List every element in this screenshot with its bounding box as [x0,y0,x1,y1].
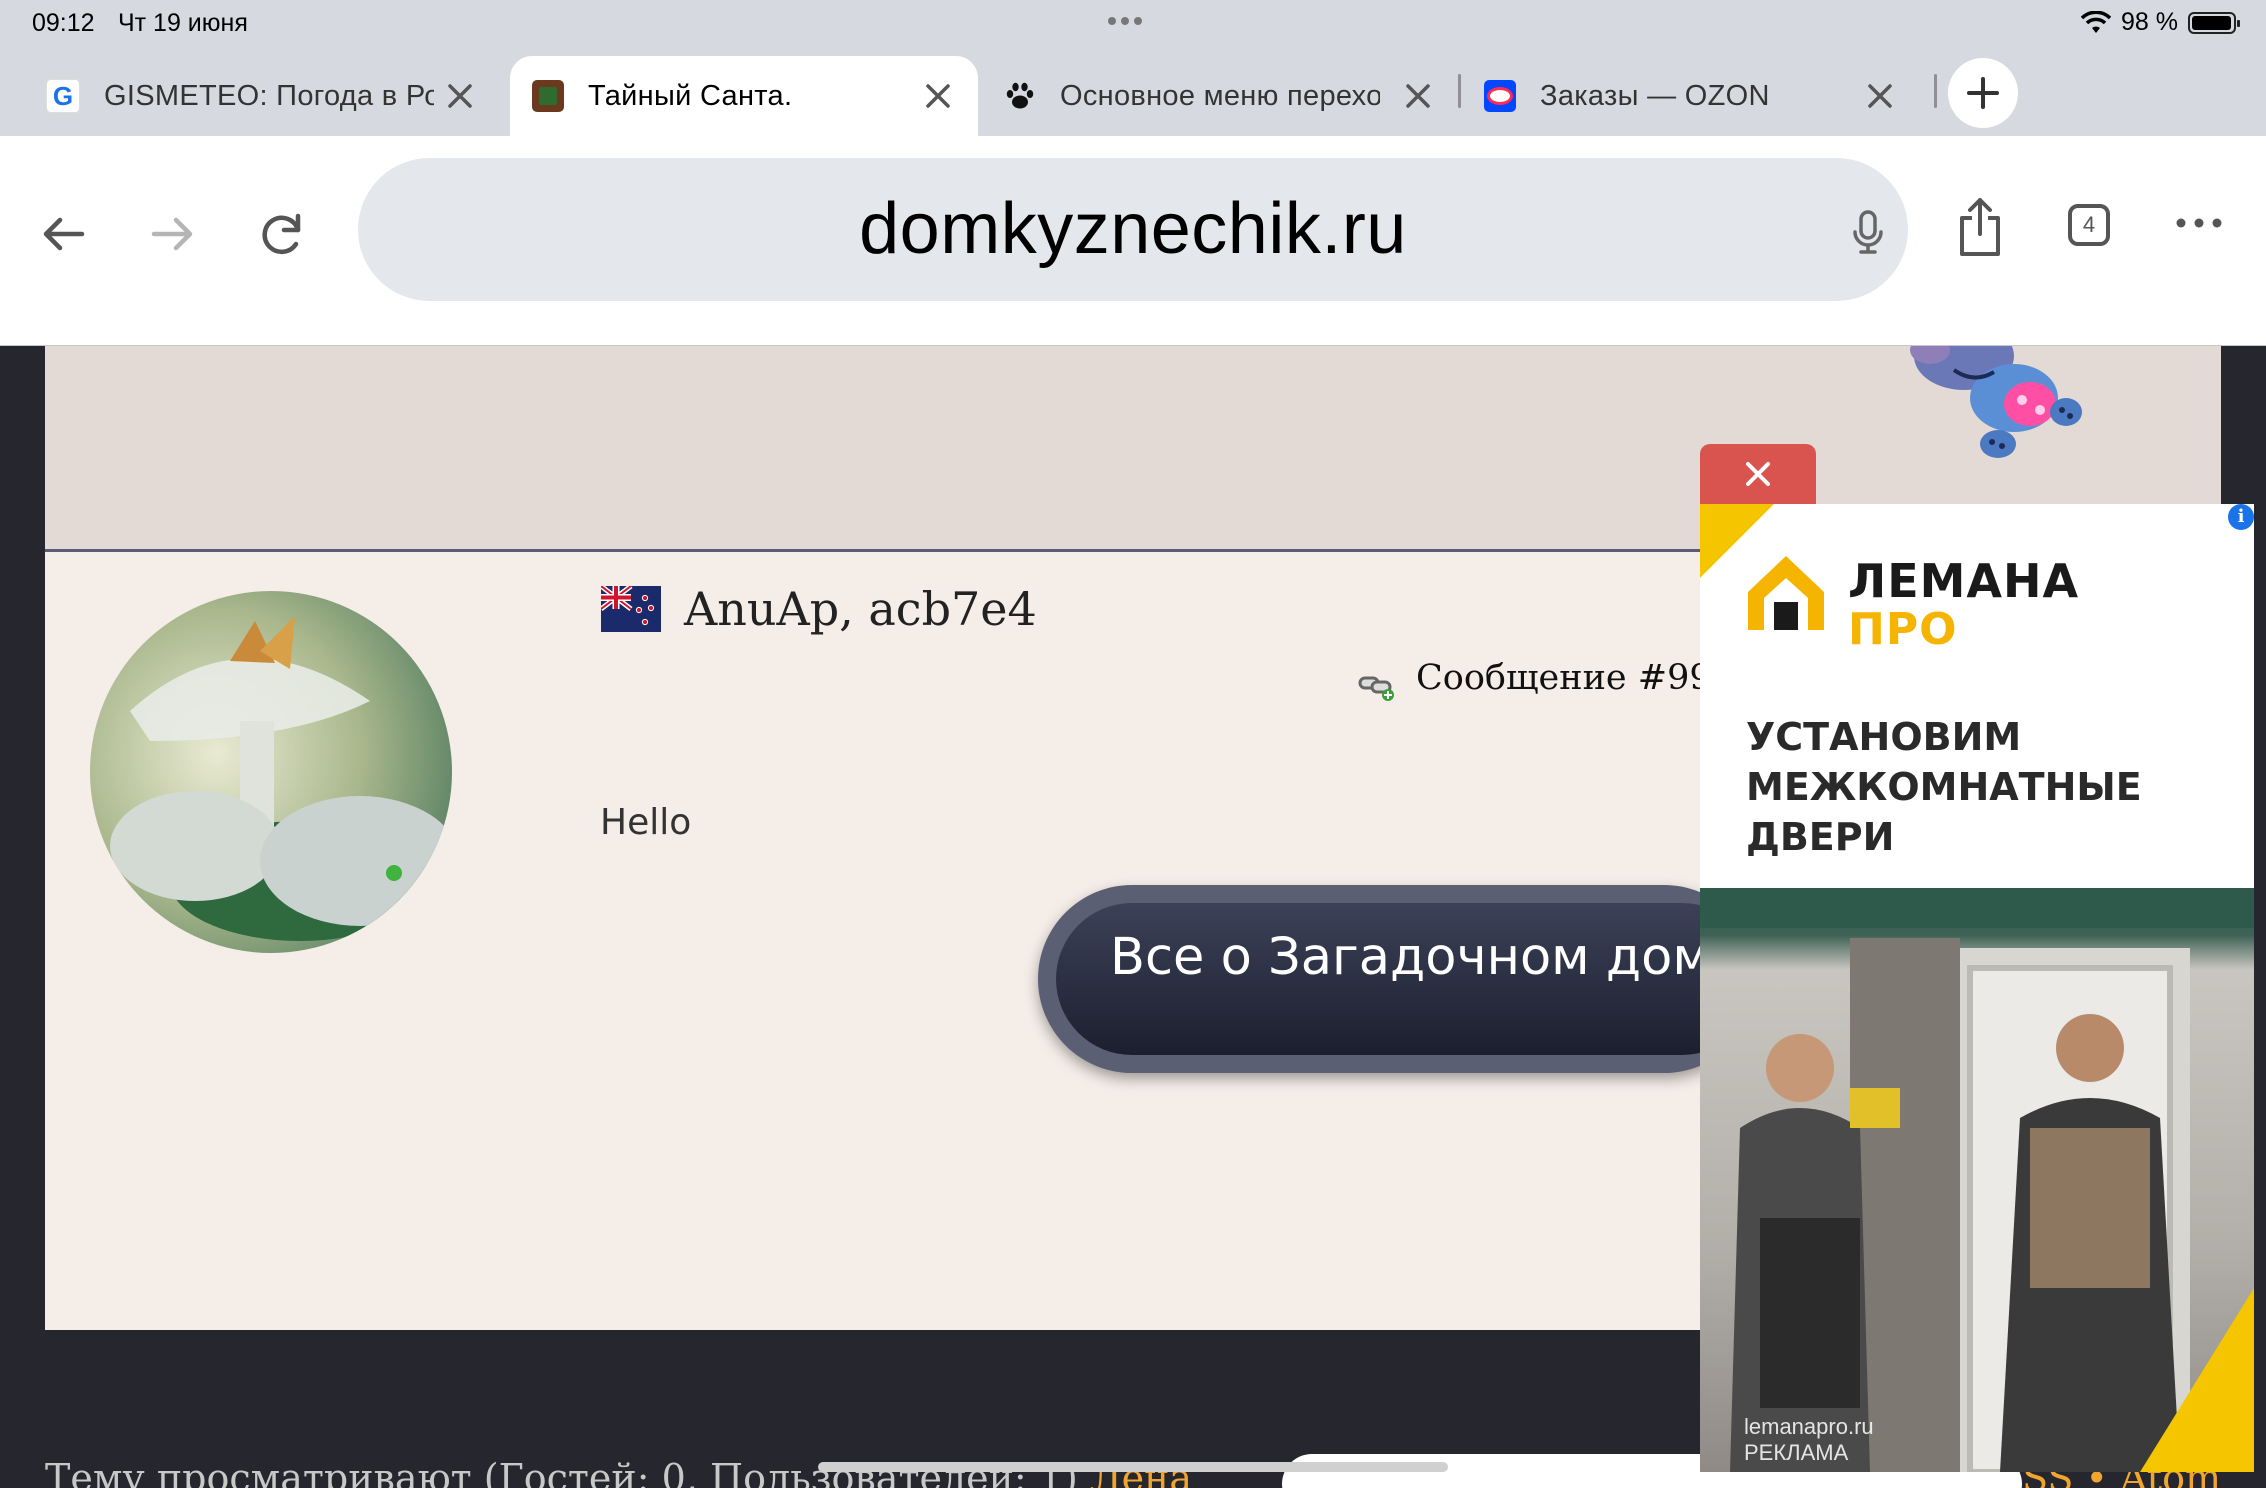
user-avatar[interactable] [90,591,452,953]
address-bar[interactable]: domkyznechik.ru [358,158,1908,301]
forward-icon[interactable] [142,204,202,264]
battery-percent: 98 % [2121,8,2178,36]
battery-icon [2188,11,2240,34]
advertisement[interactable]: i ЛЕМАНА ПРО УСТАНОВИМ МЕЖКОМНАТНЫЕ ДВЕР… [1700,504,2254,1472]
wifi-icon [2081,10,2112,33]
post-body: Hello [600,802,692,843]
ad-brand-line1: ЛЕМАНА [1848,554,2080,608]
ad-close-button[interactable] [1700,444,1816,504]
web-page: AnuAp, acb7e4 Сообщение #990 Hello Все о… [0,346,2266,1488]
close-tab-icon[interactable] [1400,78,1436,114]
permalink-icon[interactable] [1358,672,1396,702]
close-tab-icon[interactable] [920,78,956,114]
tab-count: 4 [2082,212,2096,237]
tab-secret-santa[interactable]: Тайный Санта. [510,56,978,136]
tab-bar: G GISMETEO: Погода в Рос Тайный Санта. О… [0,48,2266,136]
back-icon[interactable] [34,204,94,264]
status-bar: 09:12 Чт 19 июня 98 % [0,0,2266,48]
ad-brand-line2: ПРО [1848,604,1958,655]
message-number[interactable]: Сообщение #990 [1416,658,1734,698]
mystery-house-button[interactable]: Все о Загадочном доме [1038,885,1758,1073]
site-favicon [532,80,564,112]
tab-title: Основное меню перехода [1060,79,1380,112]
ad-site: lemanapro.ru [1744,1414,1874,1439]
tab-separator [1934,74,1937,108]
close-tab-icon[interactable] [1862,78,1898,114]
new-tab-button[interactable] [1948,58,2018,128]
gismeteo-icon: G [46,79,80,113]
status-time: 09:12 [32,9,95,37]
paw-icon [1004,80,1036,112]
ad-headline: УСТАНОВИМ МЕЖКОМНАТНЫЕ ДВЕРИ [1746,712,2142,862]
plus-icon [1967,77,1999,109]
avatar-image [90,591,452,953]
tab-count-button[interactable]: 4 [2068,204,2110,246]
close-icon [1746,462,1770,486]
viewer-name-link[interactable]: Лена [1090,1456,1192,1488]
ozon-icon [1484,80,1516,112]
ad-headline-line: ДВЕРИ [1746,815,1895,859]
share-icon[interactable] [1954,196,2006,258]
url-text[interactable]: domkyznechik.ru [358,188,1908,270]
tab-title: GISMETEO: Погода в Рос [104,79,434,112]
tab-main-menu[interactable]: Основное меню перехода [978,56,1458,136]
browser-toolbar: domkyznechik.ru 4 [0,136,2266,346]
status-indicators: 98 % [2081,8,2240,37]
ad-label: РЕКЛАМА [1744,1440,1849,1465]
viewers-line: Тему просматривают (Гостей: 0, Пользоват… [45,1456,1192,1488]
tab-title: Тайный Санта. [588,79,793,112]
more-icon[interactable] [2174,216,2224,230]
home-indicator [818,1462,1448,1472]
close-tab-icon[interactable] [442,78,478,114]
ad-headline-line: УСТАНОВИМ [1746,715,2022,759]
multitasking-dots-icon[interactable] [1108,12,1147,30]
viewers-prefix: Тему просматривают (Гостей: 0, Пользоват… [45,1456,1078,1488]
microphone-icon[interactable] [1850,208,1886,256]
new-zealand-flag-icon [601,586,661,632]
ad-headline-line: МЕЖКОМНАТНЫЕ [1746,765,2142,809]
status-date: Чт 19 июня [118,9,248,37]
post-author[interactable]: AnuAp, acb7e4 [684,582,1037,636]
ad-photo: lemanapro.ru РЕКЛАМА [1700,888,2254,1472]
tab-title: Заказы — OZON [1540,79,1770,112]
tab-gismeteo[interactable]: G GISMETEO: Погода в Рос [0,56,500,136]
stitch-decoration-icon [1910,346,2082,458]
button-label: Все о Загадочном доме [1110,928,1743,987]
ad-info-icon[interactable]: i [2228,504,2254,530]
lemana-house-logo-icon [1748,556,1824,630]
reload-icon[interactable] [252,204,312,264]
tab-ozon[interactable]: Заказы — OZON [1460,56,1920,136]
workers-installing-door-image [1700,888,2254,1472]
